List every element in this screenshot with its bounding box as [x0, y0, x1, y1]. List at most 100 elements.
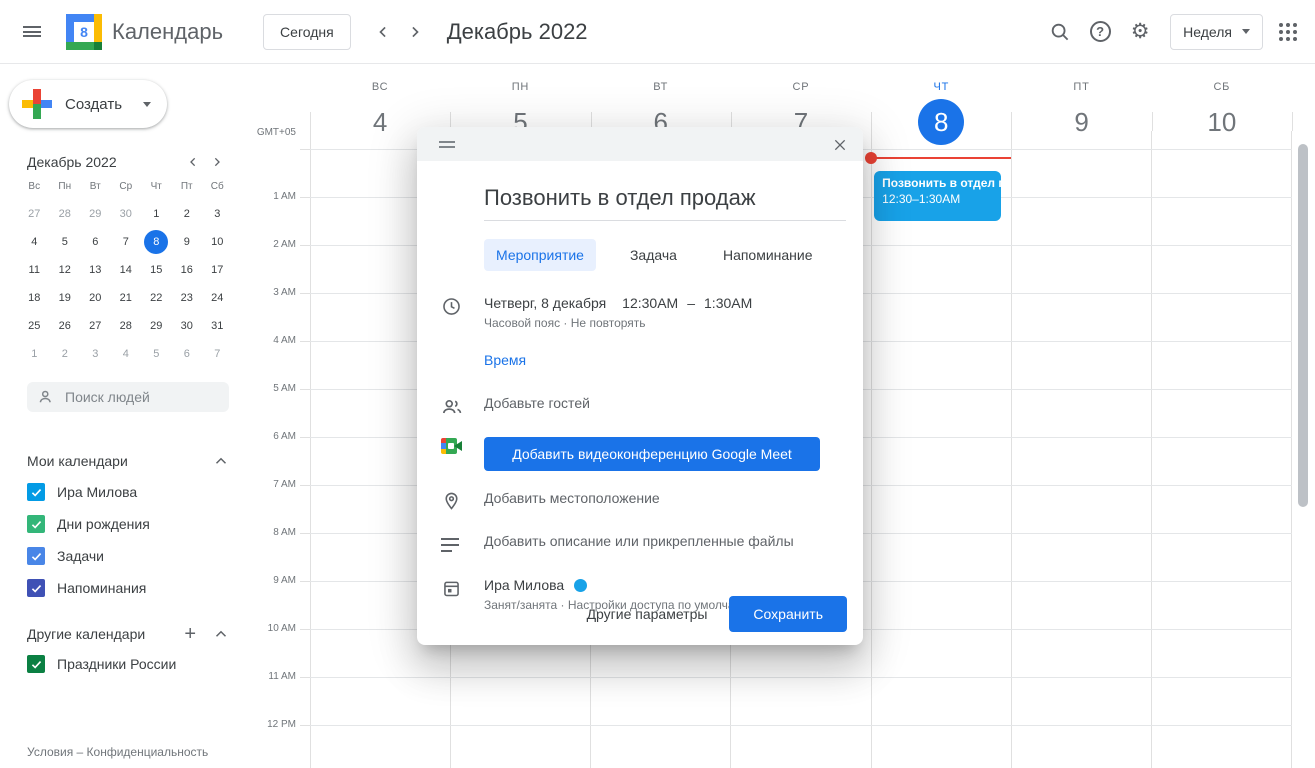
- mini-cal-date[interactable]: 1: [22, 342, 46, 366]
- chevron-up-icon[interactable]: [212, 452, 230, 470]
- mini-cal-date[interactable]: 6: [175, 342, 199, 366]
- mini-cal-date[interactable]: 10: [205, 230, 229, 254]
- my-calendar-item[interactable]: Дни рождения: [27, 508, 246, 540]
- calendar-checkbox[interactable]: [27, 515, 45, 533]
- search-people-input[interactable]: Поиск людей: [27, 382, 229, 412]
- add-meet-button[interactable]: Добавить видеоконференцию Google Meet: [484, 437, 820, 471]
- mini-cal-date[interactable]: 1: [144, 202, 168, 226]
- mini-cal-date[interactable]: 21: [114, 286, 138, 310]
- today-button[interactable]: Сегодня: [263, 14, 351, 50]
- help-icon[interactable]: ?: [1080, 12, 1120, 52]
- my-calendar-item[interactable]: Ира Милова: [27, 476, 246, 508]
- mini-cal-date[interactable]: 27: [83, 314, 107, 338]
- dialog-tab-active[interactable]: Мероприятие: [484, 239, 596, 271]
- mini-cal-date[interactable]: 11: [22, 258, 46, 282]
- mini-cal-date[interactable]: 20: [83, 286, 107, 310]
- mini-cal-date[interactable]: 27: [22, 202, 46, 226]
- mini-cal-date[interactable]: 22: [144, 286, 168, 310]
- dialog-drag-bar[interactable]: [417, 127, 863, 161]
- calendar-checkbox[interactable]: [27, 579, 45, 597]
- mini-cal-date[interactable]: 14: [114, 258, 138, 282]
- search-icon[interactable]: [1040, 12, 1080, 52]
- mini-cal-date[interactable]: 19: [53, 286, 77, 310]
- calendar-checkbox[interactable]: [27, 547, 45, 565]
- google-apps-icon[interactable]: [1279, 23, 1297, 41]
- mini-cal-prev-icon[interactable]: [181, 150, 205, 174]
- dialog-tab-inactive[interactable]: Задача: [618, 239, 689, 271]
- mini-cal-date[interactable]: 5: [53, 230, 77, 254]
- dialog-tab-inactive[interactable]: Напоминание: [711, 239, 825, 271]
- mini-cal-date[interactable]: 16: [175, 258, 199, 282]
- mini-cal-date[interactable]: 28: [53, 202, 77, 226]
- other-calendars-header[interactable]: Другие календари +: [27, 624, 230, 644]
- event-end-time[interactable]: 1:30AM: [704, 295, 752, 311]
- mini-cal-date[interactable]: 4: [22, 230, 46, 254]
- close-icon[interactable]: [827, 132, 853, 158]
- mini-cal-weekday: Пт: [181, 181, 193, 192]
- add-description-field[interactable]: Добавить описание или прикрепленные файл…: [484, 533, 794, 549]
- my-calendar-item[interactable]: Задачи: [27, 540, 246, 572]
- mini-cal-date[interactable]: 18: [22, 286, 46, 310]
- mini-cal-date[interactable]: 2: [53, 342, 77, 366]
- event-title-input[interactable]: Позвонить в отдел продаж: [484, 185, 846, 221]
- event-date[interactable]: Четверг, 8 декабря: [484, 295, 606, 311]
- day-column[interactable]: [1011, 131, 1151, 768]
- add-calendar-icon[interactable]: +: [184, 624, 196, 644]
- mini-cal-date[interactable]: 30: [175, 314, 199, 338]
- mini-cal-date[interactable]: 3: [205, 202, 229, 226]
- prev-week-icon[interactable]: [367, 16, 399, 48]
- mini-cal-date[interactable]: 28: [114, 314, 138, 338]
- time-link[interactable]: Время: [484, 352, 526, 368]
- vertical-scrollbar[interactable]: [1298, 144, 1308, 507]
- mini-cal-date[interactable]: 31: [205, 314, 229, 338]
- create-button[interactable]: Создать: [9, 80, 167, 128]
- other-calendar-item[interactable]: Праздники России: [27, 648, 246, 680]
- mini-cal-date[interactable]: 7: [205, 342, 229, 366]
- day-column[interactable]: [1151, 131, 1292, 768]
- mini-cal-date[interactable]: 24: [205, 286, 229, 310]
- mini-cal-date[interactable]: 9: [175, 230, 199, 254]
- mini-cal-date[interactable]: 30: [114, 202, 138, 226]
- settings-gear-icon[interactable]: ⚙: [1120, 12, 1160, 52]
- mini-cal-date[interactable]: 5: [144, 342, 168, 366]
- chevron-up-icon[interactable]: [212, 625, 230, 643]
- terms-privacy-links[interactable]: Условия – Конфиденциальность: [27, 745, 208, 759]
- event-start-time[interactable]: 12:30AM: [622, 295, 678, 311]
- add-location-field[interactable]: Добавить местоположение: [484, 490, 660, 506]
- mini-cal-date[interactable]: 29: [144, 314, 168, 338]
- my-calendar-item[interactable]: Напоминания: [27, 572, 246, 604]
- mini-cal-date[interactable]: 12: [53, 258, 77, 282]
- drag-handle-icon[interactable]: [439, 141, 455, 151]
- mini-cal-date[interactable]: 13: [83, 258, 107, 282]
- mini-cal-date[interactable]: 17: [205, 258, 229, 282]
- calendar-checkbox[interactable]: [27, 483, 45, 501]
- view-selector-dropdown[interactable]: Неделя: [1170, 14, 1263, 50]
- my-calendars-header[interactable]: Мои календари: [27, 452, 230, 470]
- mini-calendar: ВсПнВтСрЧтПтСб27282930123456789101112131…: [19, 172, 233, 368]
- mini-cal-date[interactable]: 2: [175, 202, 199, 226]
- mini-cal-next-icon[interactable]: [205, 150, 229, 174]
- mini-cal-date[interactable]: 3: [83, 342, 107, 366]
- calendar-color-dot[interactable]: [574, 579, 587, 592]
- more-options-button[interactable]: Другие параметры: [573, 598, 722, 630]
- add-guests-field[interactable]: Добавьте гостей: [484, 395, 590, 411]
- mini-cal-date[interactable]: 25: [22, 314, 46, 338]
- event-chip[interactable]: Позвонить в отдел п 12:30–1:30AM: [874, 171, 1001, 221]
- mini-cal-date[interactable]: 23: [175, 286, 199, 310]
- mini-cal-date-selected[interactable]: 8: [144, 230, 168, 254]
- hamburger-menu-icon[interactable]: [12, 12, 52, 52]
- next-week-icon[interactable]: [399, 16, 431, 48]
- mini-cal-date[interactable]: 26: [53, 314, 77, 338]
- app-title: Календарь: [112, 19, 223, 45]
- mini-cal-weekday: Сб: [211, 181, 224, 192]
- mini-cal-date[interactable]: 15: [144, 258, 168, 282]
- save-button[interactable]: Сохранить: [729, 596, 847, 632]
- calendar-checkbox[interactable]: [27, 655, 45, 673]
- column-separator: [871, 112, 872, 131]
- mini-cal-date[interactable]: 6: [83, 230, 107, 254]
- mini-cal-date[interactable]: 29: [83, 202, 107, 226]
- hour-label: 1 AM: [256, 191, 296, 202]
- owner-calendar-name[interactable]: Ира Милова: [484, 577, 564, 593]
- mini-cal-date[interactable]: 7: [114, 230, 138, 254]
- mini-cal-date[interactable]: 4: [114, 342, 138, 366]
